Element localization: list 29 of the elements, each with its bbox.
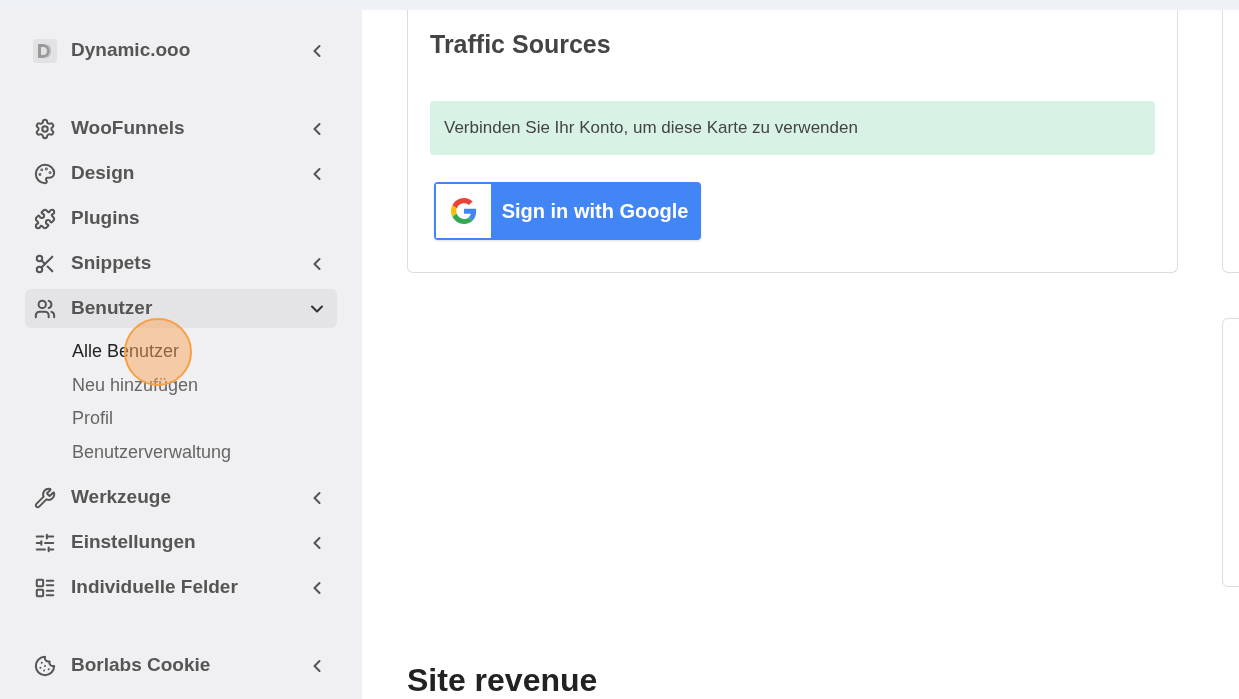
notice-banner: Verbinden Sie Ihr Konto, um diese Karte zu verwenden [430, 100, 1155, 155]
sliders-icon [34, 531, 56, 554]
wrench-icon [34, 486, 56, 509]
sidebar-item[interactable]: Dynamic.ooo [25, 31, 337, 70]
google-logo-icon [450, 197, 477, 224]
submenu-link[interactable]: Profil [72, 402, 337, 436]
d-logo-icon [33, 38, 57, 63]
sidebar-item[interactable]: Plugins [25, 199, 337, 238]
gear-icon [34, 117, 56, 140]
sidebar-item[interactable]: Benutzer [25, 289, 337, 328]
sidebar-item[interactable]: Werkzeuge [25, 478, 337, 517]
users-icon [34, 297, 56, 320]
submenu-link[interactable]: Alle Benutzer [72, 335, 337, 369]
sidebar-item[interactable]: Design [25, 154, 337, 193]
table-icon [34, 576, 56, 599]
sidebar-item[interactable]: Borlabs Cookie [25, 646, 337, 685]
sidebar-item[interactable]: Einstellungen [25, 523, 337, 562]
google-sign-in-button[interactable]: Sign in with Google [434, 181, 701, 240]
submenu-link[interactable]: Neu hinzufügen [72, 368, 337, 402]
sidebar-item[interactable]: WooFunnels [25, 109, 337, 148]
palette-icon [34, 162, 56, 185]
card-title: Traffic Sources [430, 29, 612, 60]
puzzle-icon [34, 207, 56, 230]
cookie-icon [34, 654, 56, 677]
scissors-icon [34, 252, 56, 275]
section-heading: Site revenue [407, 664, 599, 696]
submenu-link[interactable]: Benutzerverwaltung [72, 435, 337, 469]
sidebar-item[interactable]: Individuelle Felder [25, 568, 337, 607]
sidebar-item[interactable]: Snippets [25, 244, 337, 283]
